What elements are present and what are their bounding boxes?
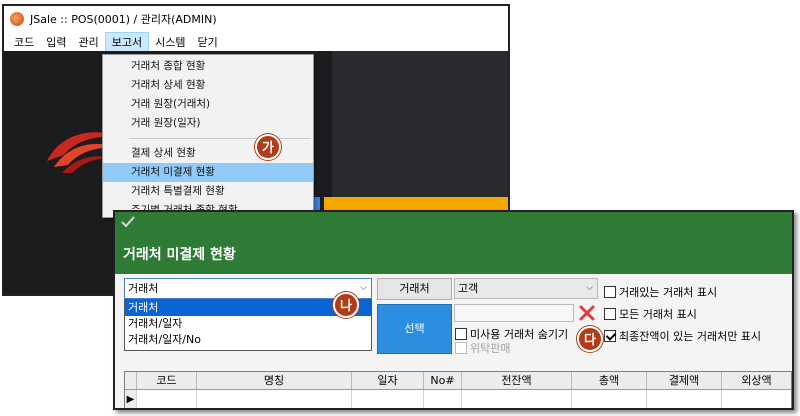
table-cell[interactable] (462, 390, 572, 408)
partner-button[interactable]: 거래처 (377, 278, 452, 300)
report-header: 거래처 미결제 현황 (115, 212, 792, 274)
menu-item-special-payment[interactable]: 거래처 특별결제 현황 (103, 182, 313, 201)
table-cell[interactable] (424, 390, 462, 408)
column-header[interactable]: 총액 (572, 372, 647, 389)
show-all-label: 모든 거래처 표시 (619, 308, 697, 321)
checkbox-box[interactable] (455, 328, 467, 340)
marker-c: 다 (577, 326, 603, 352)
chevron-down-icon[interactable]: ⌵ (360, 279, 367, 298)
column-header[interactable]: 전잔액 (462, 372, 572, 389)
table-cell[interactable] (352, 390, 424, 408)
menu-report[interactable]: 보고서 (104, 31, 150, 52)
table-cell[interactable] (197, 390, 352, 408)
customer-type-value: 고객 (458, 282, 479, 295)
checkbox-box[interactable] (604, 286, 616, 298)
menu-manage[interactable]: 관리 (73, 33, 105, 51)
column-header[interactable]: 코드 (137, 372, 197, 389)
menu-input[interactable]: 입력 (40, 33, 72, 51)
final-balance-label: 최종잔액이 있는 거래처만 표시 (619, 330, 762, 343)
column-header[interactable]: 명칭 (197, 372, 352, 389)
grid-header: 코드 명칭 일자 No# 전잔액 총액 결제액 외상액 (125, 372, 791, 390)
main-title-bar: JSale :: POS(0001) / 관리자(ADMIN) (4, 6, 508, 32)
column-header[interactable]: 외상액 (722, 372, 791, 389)
column-header[interactable]: 일자 (352, 372, 424, 389)
check-icon (121, 216, 135, 228)
menu-bar: 코드 입력 관리 보고서 시스템 닫기 (4, 31, 508, 52)
table-cell[interactable] (722, 390, 791, 408)
table-cell[interactable] (137, 390, 197, 408)
consignment-checkbox[interactable]: 위탁판매 (455, 340, 510, 356)
report-title: 거래처 미결제 현황 (123, 247, 236, 263)
menu-close[interactable]: 닫기 (192, 33, 224, 51)
row-indicator-icon: ▶ (125, 390, 137, 408)
checkbox-box[interactable] (604, 308, 616, 320)
show-traded-label: 거래있는 거래처 표시 (619, 286, 718, 299)
menu-item-ledger-date[interactable]: 거래 원장(일자) (103, 114, 313, 133)
report-body: 거래처 ⌵ 거래처 거래처/일자 거래처/일자/No 거래처 선택 고객 ⌵ 미… (115, 274, 792, 408)
menu-item-partner-summary[interactable]: 거래처 종합 현황 (103, 57, 313, 76)
group-by-option[interactable]: 거래처/일자/No (125, 332, 371, 348)
consignment-label: 위탁판매 (470, 342, 511, 355)
menu-code[interactable]: 코드 (8, 33, 40, 51)
app-icon (10, 12, 24, 26)
final-balance-checkbox[interactable]: 최종잔액이 있는 거래처만 표시 (604, 328, 761, 344)
checkbox-box[interactable] (455, 342, 467, 354)
report-window: 거래처 미결제 현황 거래처 ⌵ 거래처 거래처/일자 거래처/일자/No 거래… (113, 210, 794, 410)
menu-separator (129, 138, 311, 139)
menu-system[interactable]: 시스템 (149, 33, 191, 51)
marker-a: 가 (255, 134, 281, 160)
data-grid: 코드 명칭 일자 No# 전잔액 총액 결제액 외상액 ▶ (124, 371, 792, 408)
marker-b: 나 (333, 292, 359, 318)
customer-type-combo[interactable]: 고객 ⌵ (454, 278, 598, 299)
show-all-checkbox[interactable]: 모든 거래처 표시 (604, 306, 697, 322)
select-button[interactable]: 선택 (377, 304, 452, 354)
table-cell[interactable] (572, 390, 647, 408)
report-menu-dropdown: 거래처 종합 현황 거래처 상세 현황 거래 원장(거래처) 거래 원장(일자)… (102, 54, 314, 218)
group-by-combo[interactable]: 거래처 ⌵ (124, 278, 372, 299)
main-window-title: JSale :: POS(0001) / 관리자(ADMIN) (30, 13, 217, 26)
partner-input[interactable] (454, 304, 574, 322)
show-traded-checkbox[interactable]: 거래있는 거래처 표시 (604, 284, 717, 300)
menu-item-payment-detail[interactable]: 결제 상세 현황 (103, 144, 313, 163)
column-header[interactable]: 결제액 (647, 372, 722, 389)
column-header[interactable]: No# (424, 372, 462, 389)
group-by-value: 거래처 (128, 282, 159, 295)
menu-item-ledger-partner[interactable]: 거래 원장(거래처) (103, 95, 313, 114)
grid-corner (125, 372, 137, 389)
group-by-option[interactable]: 거래처/일자 (125, 316, 371, 332)
clear-icon[interactable] (578, 304, 596, 322)
chevron-down-icon[interactable]: ⌵ (586, 279, 593, 298)
checkbox-box[interactable] (604, 330, 616, 342)
menu-item-unpaid-status[interactable]: 거래처 미결제 현황 (103, 163, 313, 182)
table-cell[interactable] (647, 390, 722, 408)
table-row[interactable]: ▶ (125, 390, 791, 408)
menu-item-partner-detail[interactable]: 거래처 상세 현황 (103, 76, 313, 95)
